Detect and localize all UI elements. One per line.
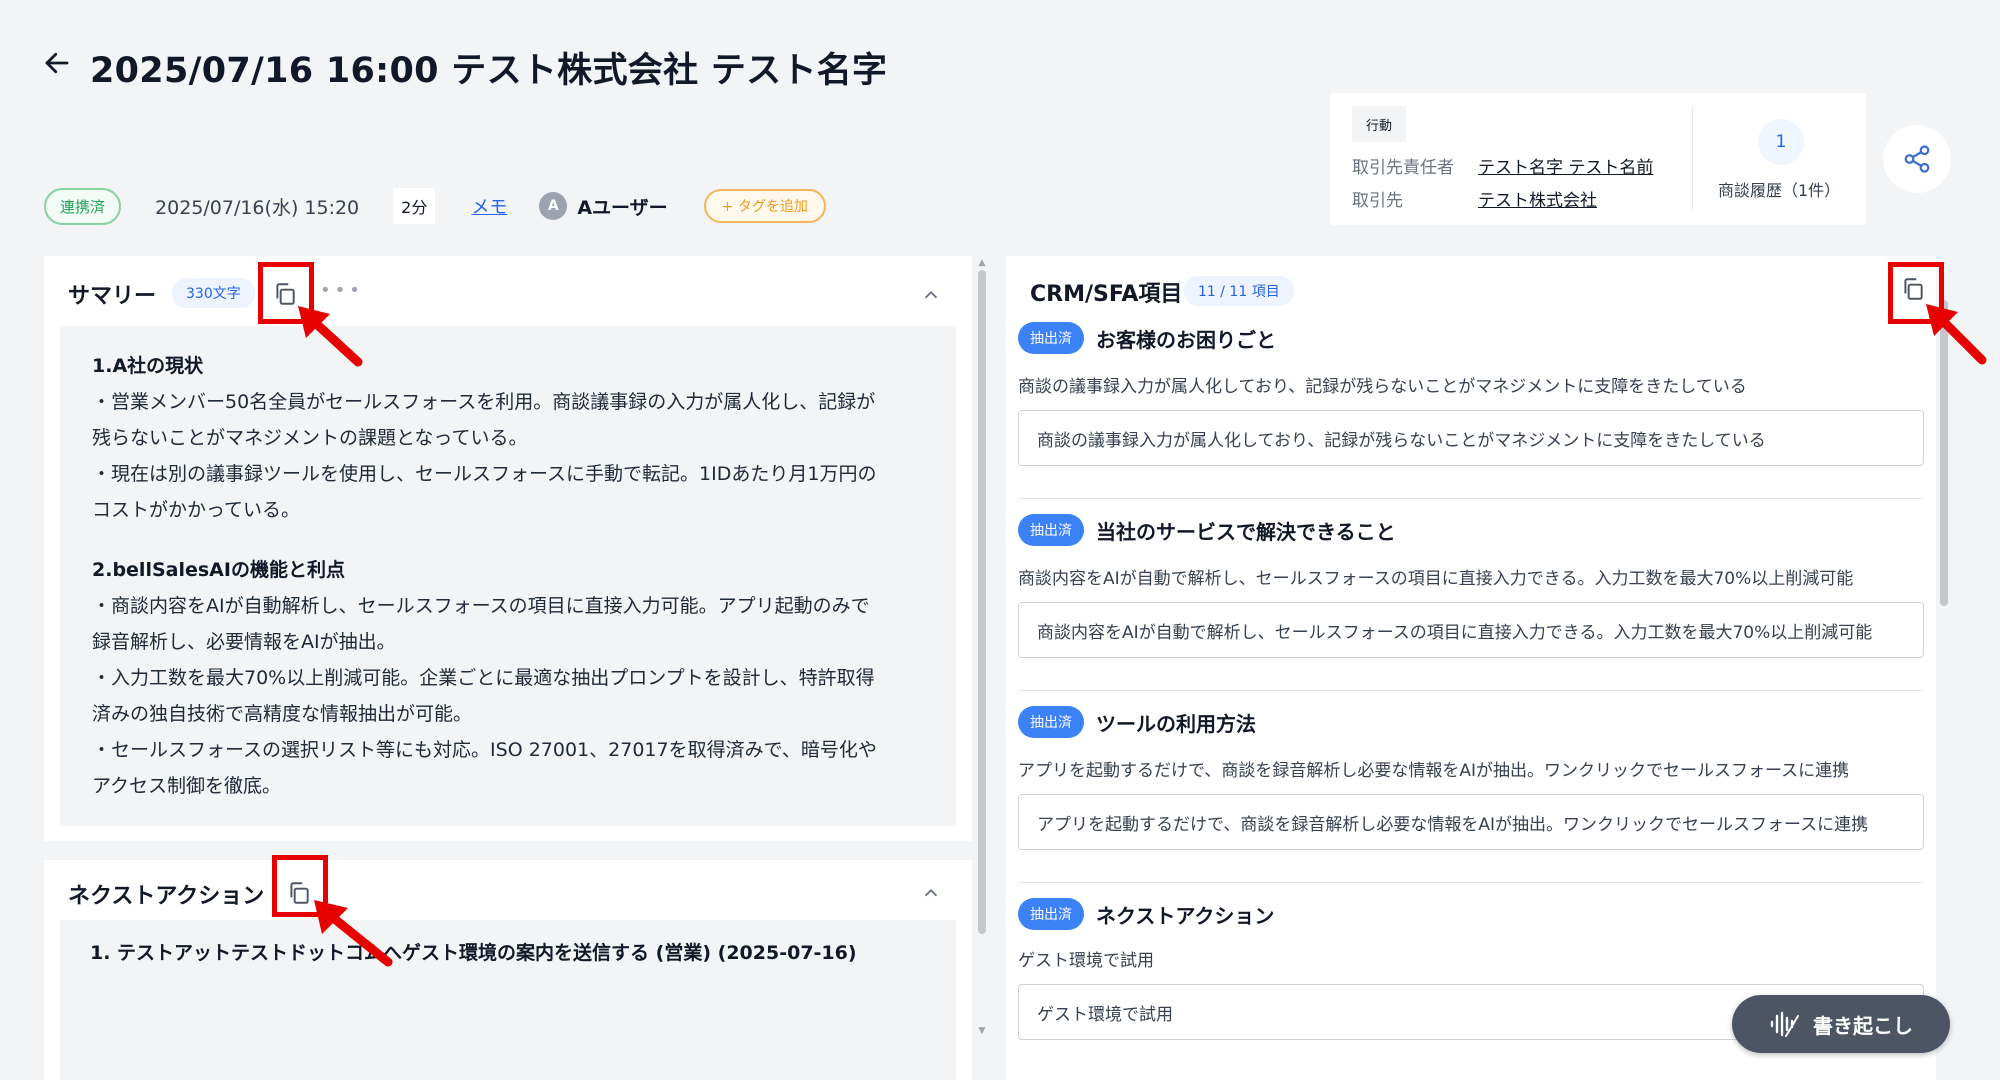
annotation-arrow-icon	[298, 306, 363, 367]
memo-link[interactable]: メモ	[471, 193, 507, 219]
crm-title: CRM/SFA項目	[1030, 282, 1183, 307]
action-chip: 行動	[1352, 106, 1406, 142]
user-name: Aユーザー	[577, 196, 668, 219]
extracted-badge: 抽出済	[1018, 514, 1084, 546]
crm-item-title: ネクストアクション	[1096, 903, 1275, 928]
crm-item-title: ツールの利用方法	[1096, 711, 1256, 736]
crm-panel: CRM/SFA項目 11 / 11 項目 抽出済 お客様のお困りごと 商談の議事…	[1006, 256, 1936, 1080]
crm-item-field[interactable]: アプリを起動するだけで、商談を録音解析し必要な情報をAIが抽出。ワンクリックでセ…	[1018, 794, 1924, 850]
avatar: A	[539, 192, 568, 220]
summary-line: ・現在は別の議事録ツールを使用し、セールスフォースに手動で転記。1IDあたり月1…	[92, 463, 877, 485]
chevron-up-icon[interactable]	[920, 882, 942, 904]
history-label[interactable]: 商談履歴（1件）	[1718, 177, 1840, 201]
annotation-arrow-icon	[314, 900, 393, 967]
summary-panel: サマリー 330文字 ••• 1.A社の現状 ・営業メンバー50名全員がセールス…	[44, 256, 972, 841]
summary-section-title: 1.A社の現状	[92, 355, 204, 377]
chevron-up-icon[interactable]	[920, 284, 942, 306]
next-action-item: 1. テストアットテストドットコムへゲスト環境の案内を送信する (営業) (20…	[90, 942, 857, 964]
summary-char-count: 330文字	[172, 278, 255, 308]
annotation-arrow-icon	[1926, 304, 1987, 365]
crm-item: 抽出済 お客様のお困りごと 商談の議事録入力が属人化しており、記録が残らないこと…	[1018, 322, 1924, 512]
summary-line: 録音解析し、必要情報をAIが抽出。	[92, 631, 396, 653]
divider	[1018, 498, 1924, 499]
card-divider	[1692, 107, 1693, 211]
summary-line: コストがかかっている。	[92, 499, 301, 521]
summary-line: 残らないことがマネジメントの課題となっている。	[92, 427, 528, 449]
summary-line: アクセス制御を徹底。	[92, 775, 282, 797]
summary-title: サマリー	[68, 284, 157, 309]
next-action-title: ネクストアクション	[68, 884, 265, 909]
summary-line: ・セールスフォースの選択リスト等にも対応。ISO 27001、27017を取得済…	[92, 739, 877, 761]
extracted-badge: 抽出済	[1018, 706, 1084, 738]
divider	[1018, 690, 1924, 691]
crm-item-field[interactable]: 商談の議事録入力が属人化しており、記録が残らないことがマネジメントに支障をきたし…	[1018, 410, 1924, 466]
share-icon	[1904, 145, 1930, 173]
meeting-datetime: 2025/07/16(水) 15:20	[155, 196, 360, 219]
page-title: 2025/07/16 16:00 テスト株式会社 テスト名字	[90, 51, 888, 91]
next-action-body: 1. テストアットテストドットコムへゲスト環境の案内を送信する (営業) (20…	[60, 920, 956, 1080]
extracted-badge: 抽出済	[1018, 898, 1084, 930]
left-scrollbar-thumb[interactable]	[978, 270, 986, 934]
extracted-badge: 抽出済	[1018, 322, 1084, 354]
crm-item-title: お客様のお困りごと	[1096, 327, 1276, 352]
share-button[interactable]	[1883, 125, 1951, 193]
transcribe-label: 書き起こし	[1813, 1013, 1913, 1038]
crm-item-field[interactable]: 商談内容をAIが自動で解析し、セールスフォースの項目に直接入力できる。入力工数を…	[1018, 602, 1924, 658]
crm-item-count: 11 / 11 項目	[1184, 276, 1294, 306]
scroll-up-icon[interactable]: ▲	[976, 258, 988, 268]
contact-link[interactable]: テスト名字 テスト名前	[1478, 153, 1653, 178]
account-link[interactable]: テスト株式会社	[1478, 186, 1597, 211]
next-action-panel: ネクストアクション 1. テストアットテストドットコムへゲスト環境の案内を送信す…	[44, 860, 972, 1080]
summary-line: 済みの独自技術で高精度な情報抽出が可能。	[92, 703, 473, 725]
crm-item-desc: 商談内容をAIが自動で解析し、セールスフォースの項目に直接入力できる。入力工数を…	[1018, 569, 1854, 589]
summary-line: ・入力工数を最大70%以上削減可能。企業ごとに最適な抽出プロンプトを設計し、特許…	[92, 667, 875, 689]
crm-item-title: 当社のサービスで解決できること	[1096, 519, 1396, 544]
crm-item-desc: アプリを起動するだけで、商談を録音解析し必要な情報をAIが抽出。ワンクリックでセ…	[1018, 761, 1850, 781]
status-badge: 連携済	[44, 187, 122, 225]
add-tag-button[interactable]: + タグを追加	[703, 189, 826, 223]
summary-line: ・商談内容をAIが自動解析し、セールスフォースの項目に直接入力可能。アプリ起動の…	[92, 595, 870, 617]
crm-item: 抽出済 ツールの利用方法 アプリを起動するだけで、商談を録音解析し必要な情報をA…	[1018, 706, 1924, 896]
transcribe-button[interactable]: 書き起こし	[1732, 995, 1950, 1053]
history-count[interactable]: 1	[1758, 119, 1804, 165]
summary-line: ・営業メンバー50名全員がセールスフォースを利用。商談議事録の入力が属人化し、記…	[92, 391, 876, 413]
crm-item-desc: ゲスト環境で試用	[1018, 951, 1154, 971]
summary-section-title: 2.bellSalesAIの機能と利点	[92, 559, 345, 581]
more-icon[interactable]: •••	[320, 280, 364, 301]
crm-item: 抽出済 当社のサービスで解決できること 商談内容をAIが自動で解析し、セールスフ…	[1018, 514, 1924, 704]
back-arrow-icon[interactable]	[42, 48, 72, 78]
summary-body: 1.A社の現状 ・営業メンバー50名全員がセールスフォースを利用。商談議事録の入…	[60, 326, 956, 826]
salesforce-info-card: 行動 取引先責任者 テスト名字 テスト名前 取引先 テスト株式会社 1 商談履歴…	[1330, 93, 1866, 225]
account-label: 取引先	[1352, 191, 1403, 211]
divider	[1018, 882, 1924, 883]
duration-badge: 2分	[393, 188, 436, 224]
crm-item-desc: 商談の議事録入力が属人化しており、記録が残らないことがマネジメントに支障をきたし…	[1018, 377, 1747, 397]
scroll-down-icon[interactable]: ▼	[976, 1026, 988, 1036]
waveform-icon	[1770, 1011, 1799, 1037]
meta-row: 連携済 2025/07/16(水) 15:20 2分 メモ A Aユーザー + …	[44, 186, 826, 226]
contact-label: 取引先責任者	[1352, 158, 1454, 178]
